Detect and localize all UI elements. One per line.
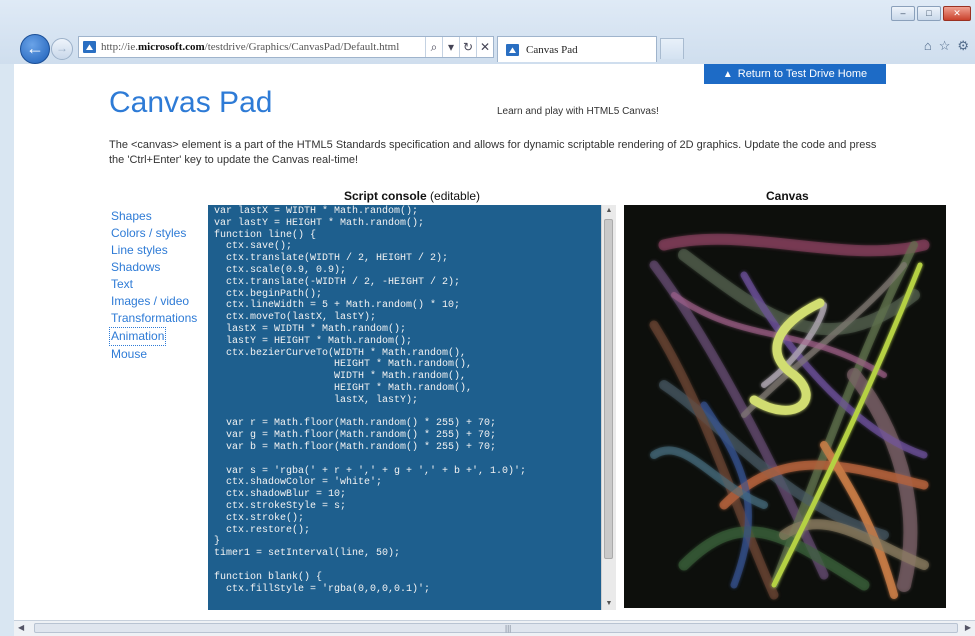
dropdown-icon[interactable]: ▾ [442,37,459,57]
stop-icon[interactable]: ✕ [476,37,493,57]
home-icon: ▲ [722,69,733,80]
horizontal-scroll-thumb[interactable]: ||| [34,623,958,633]
nav-colors-styles[interactable]: Colors / styles [111,225,197,242]
console-scrollbar[interactable]: ▲ ▼ [601,205,616,610]
tab-favicon-icon [506,44,519,56]
script-code[interactable]: var lastX = WIDTH * Math.random(); var l… [208,205,616,595]
url-prefix: http://ie. [101,41,138,53]
url-domain: microsoft.com [137,41,205,53]
home-icon[interactable]: ⌂ [924,38,932,54]
scroll-left-icon[interactable]: ◀ [18,623,24,632]
horizontal-scrollbar[interactable]: ◀ ||| ▶ [14,620,975,636]
script-console-note: (editable) [426,189,481,203]
favorites-icon[interactable]: ☆ [939,38,951,54]
gear-icon[interactable]: ⚙ [957,38,969,54]
nav-text[interactable]: Text [111,276,197,293]
canvas-heading: Canvas [766,189,809,203]
sample-nav: Shapes Colors / styles Line styles Shado… [109,208,197,363]
window-frame-left [0,64,14,636]
search-icon[interactable]: ⌕ [425,37,442,57]
window-controls: – □ ✕ [891,6,971,21]
scroll-up-icon[interactable]: ▲ [602,205,616,217]
tab-title: Canvas Pad [526,44,578,56]
page-viewport: ▲ Return to Test Drive Home Canvas Pad Le… [14,64,975,620]
script-console-title: Script console [344,189,427,203]
page-title: Canvas Pad [109,86,273,119]
nav-line-styles[interactable]: Line styles [111,242,197,259]
nav-mouse[interactable]: Mouse [111,346,197,363]
console-scroll-thumb[interactable] [604,219,613,559]
canvas-drawing [649,233,930,600]
forward-button[interactable]: → [51,38,73,60]
nav-animation[interactable]: Animation [109,327,167,346]
url-text[interactable]: http://ie.microsoft.com/testdrive/Graphi… [101,41,399,53]
scroll-grip-icon: ||| [505,624,512,633]
scroll-right-icon[interactable]: ▶ [965,623,971,632]
toolbar-icons: ⌂ ☆ ⚙ [924,38,969,54]
nav-images-video[interactable]: Images / video [111,293,197,310]
nav-transformations[interactable]: Transformations [111,310,197,327]
site-favicon-icon [83,41,96,53]
page-description: The <canvas> element is a part of the HT… [109,139,877,166]
script-console[interactable]: var lastX = WIDTH * Math.random(); var l… [208,205,616,610]
scroll-down-icon[interactable]: ▼ [602,598,616,610]
back-button[interactable]: ← [20,34,50,64]
address-tools: ⌕ ▾ ↻ ✕ [425,37,493,57]
return-home-button[interactable]: ▲ Return to Test Drive Home [704,64,886,84]
page-tagline: Learn and play with HTML5 Canvas! [497,106,659,117]
refresh-icon[interactable]: ↻ [459,37,476,57]
script-console-heading: Script console (editable) [344,189,480,203]
browser-tab[interactable]: Canvas Pad [497,36,657,62]
new-tab-button[interactable] [660,38,684,59]
address-bar[interactable]: http://ie.microsoft.com/testdrive/Graphi… [78,36,494,58]
nav-shapes[interactable]: Shapes [111,208,197,225]
minimize-button[interactable]: – [891,6,915,21]
nav-shadows[interactable]: Shadows [111,259,197,276]
maximize-button[interactable]: □ [917,6,941,21]
url-path: /testdrive/Graphics/CanvasPad/Default.ht… [204,41,400,53]
return-home-label: Return to Test Drive Home [737,68,868,80]
canvas-stroke [741,262,907,418]
drawing-canvas[interactable] [624,205,946,608]
close-window-button[interactable]: ✕ [943,6,971,21]
canvas-stroke [658,233,930,257]
browser-chrome: – □ ✕ ← → http://ie.microsoft.com/testdr… [0,0,975,64]
